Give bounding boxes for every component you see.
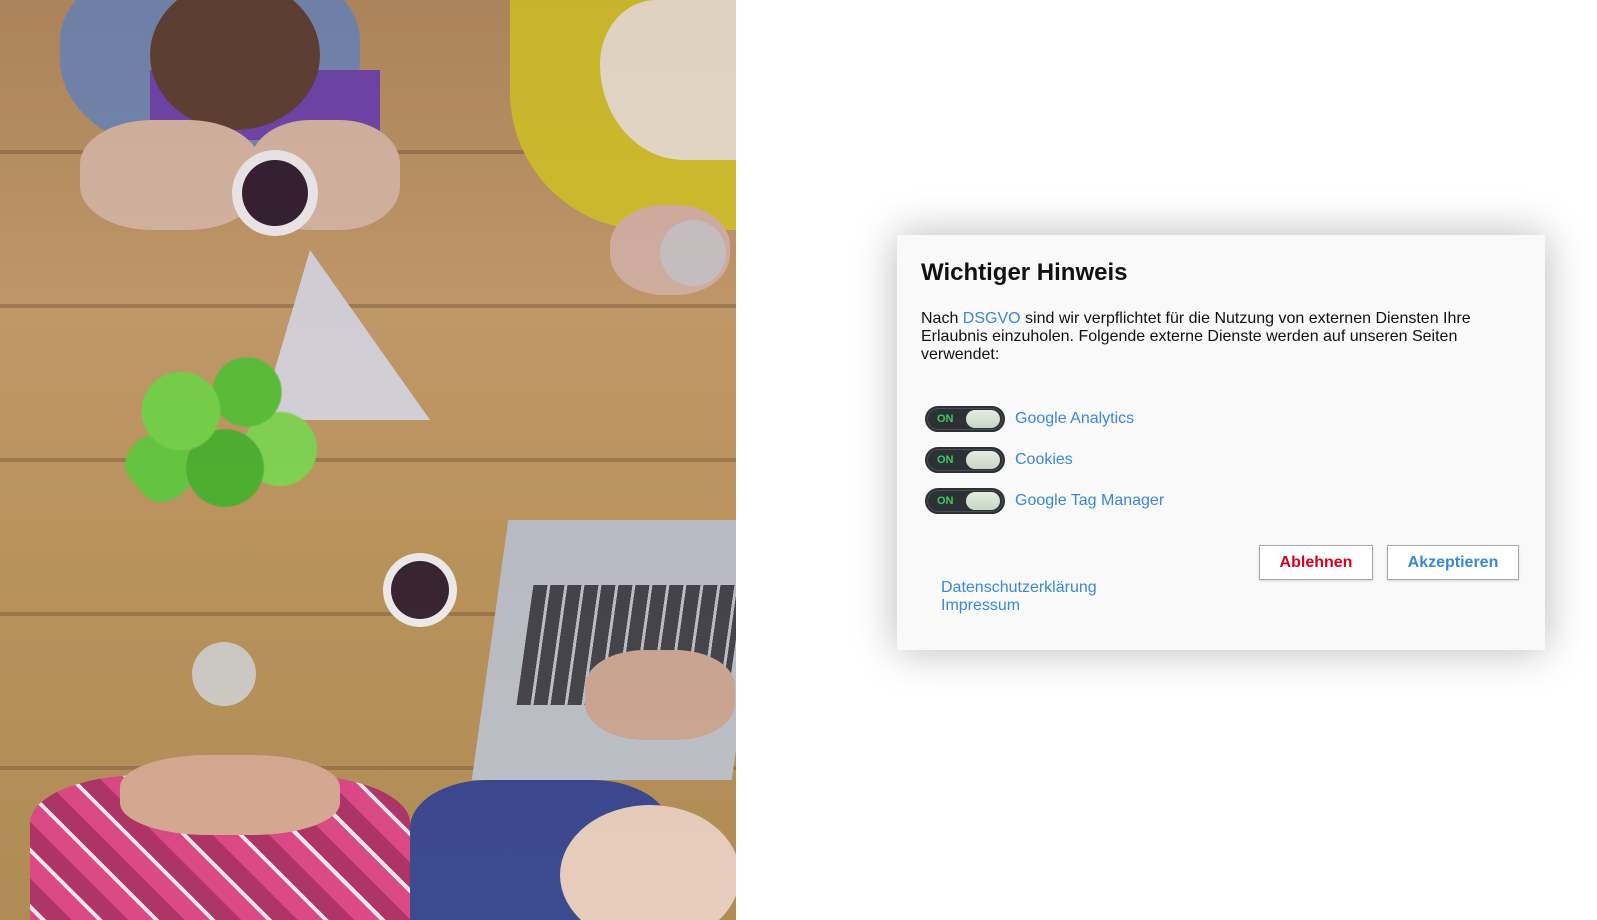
service-name-google-analytics[interactable]: Google Analytics xyxy=(1015,410,1134,428)
toggle-google-tag-manager[interactable]: ON xyxy=(925,488,1005,514)
consent-dialog: Wichtiger Hinweis Nach DSGVO sind wir ve… xyxy=(897,235,1545,650)
toggle-on-label: ON xyxy=(937,413,954,425)
toggle-on-label: ON xyxy=(937,454,954,466)
service-name-google-tag-manager[interactable]: Google Tag Manager xyxy=(1015,492,1164,510)
privacy-policy-link[interactable]: Datenschutzerklärung xyxy=(941,579,1097,597)
toggle-on-label: ON xyxy=(937,495,954,507)
service-name-cookies[interactable]: Cookies xyxy=(1015,451,1073,469)
intro-text-before: Nach xyxy=(921,310,963,327)
decline-button[interactable]: Ablehnen xyxy=(1259,545,1373,580)
dialog-title: Wichtiger Hinweis xyxy=(921,259,1128,286)
accept-button[interactable]: Akzeptieren xyxy=(1387,545,1519,580)
toggle-cookies[interactable]: ON xyxy=(925,447,1005,473)
imprint-link[interactable]: Impressum xyxy=(941,597,1097,615)
dsgvo-link[interactable]: DSGVO xyxy=(963,310,1021,327)
service-list: ON Google Analytics ON Cookies ON Google… xyxy=(925,406,1164,529)
service-item-cookies: ON Cookies xyxy=(925,447,1164,473)
photo-tint xyxy=(0,0,736,920)
toggle-knob xyxy=(966,410,1000,428)
toggle-knob xyxy=(966,451,1000,469)
footer-links: Datenschutzerklärung Impressum xyxy=(941,579,1097,615)
background-photo xyxy=(0,0,736,920)
service-item-google-tag-manager: ON Google Tag Manager xyxy=(925,488,1164,514)
service-item-google-analytics: ON Google Analytics xyxy=(925,406,1164,432)
toggle-knob xyxy=(966,492,1000,510)
dialog-intro: Nach DSGVO sind wir verpflichtet für die… xyxy=(921,310,1491,364)
toggle-google-analytics[interactable]: ON xyxy=(925,406,1005,432)
